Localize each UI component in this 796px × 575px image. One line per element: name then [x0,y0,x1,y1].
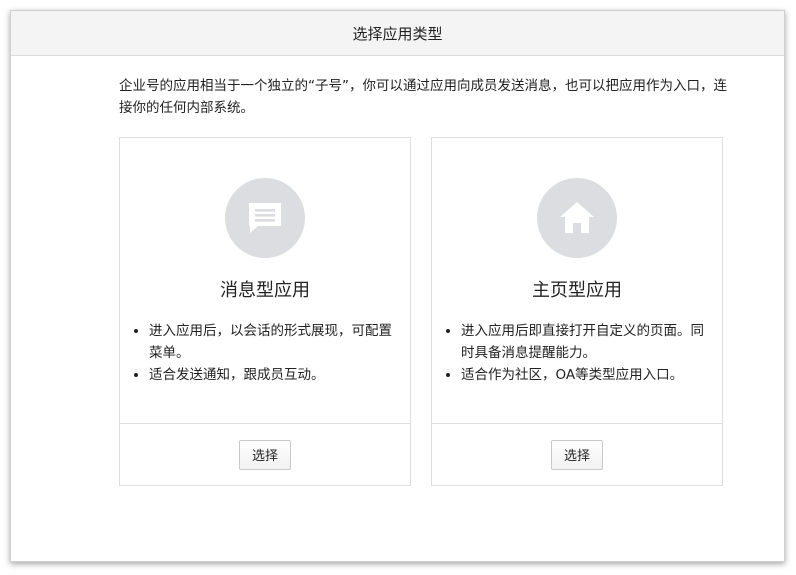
home-icon-glyph [560,202,594,233]
message-app-card-footer: 选择 [120,423,410,485]
homepage-app-card: 主页型应用 进入应用后即直接打开自定义的页面。同时具备消息提醒能力。 适合作为社… [431,137,723,486]
select-message-app-button[interactable]: 选择 [239,439,291,470]
message-icon-glyph [249,203,281,233]
message-app-card: 消息型应用 进入应用后，以会话的形式展现，可配置菜单。 适合发送通知，跟成员互动… [119,137,411,486]
select-app-type-dialog: 选择应用类型 企业号的应用相当于一个独立的“子号”，你可以通过应用向成员发送消息… [10,10,785,562]
intro-text: 企业号的应用相当于一个独立的“子号”，你可以通过应用向成员发送消息，也可以把应用… [119,78,727,116]
message-app-title: 消息型应用 [220,280,310,301]
feature-item: 进入应用后，以会话的形式展现，可配置菜单。 [149,320,396,364]
dialog-header: 选择应用类型 [11,11,784,56]
homepage-app-title: 主页型应用 [532,280,622,301]
homepage-app-features: 进入应用后即直接打开自定义的页面。同时具备消息提醒能力。 适合作为社区，OA等类… [446,320,708,386]
homepage-app-card-footer: 选择 [432,423,722,485]
message-icon [225,178,305,258]
feature-item: 适合发送通知，跟成员互动。 [149,364,396,386]
dialog-title: 选择应用类型 [352,24,443,43]
message-app-features: 进入应用后，以会话的形式展现，可配置菜单。 适合发送通知，跟成员互动。 [134,320,396,386]
select-homepage-app-button[interactable]: 选择 [551,439,603,470]
home-icon [537,178,617,258]
feature-item: 适合作为社区，OA等类型应用入口。 [461,364,708,386]
feature-item: 进入应用后即直接打开自定义的页面。同时具备消息提醒能力。 [461,320,708,364]
